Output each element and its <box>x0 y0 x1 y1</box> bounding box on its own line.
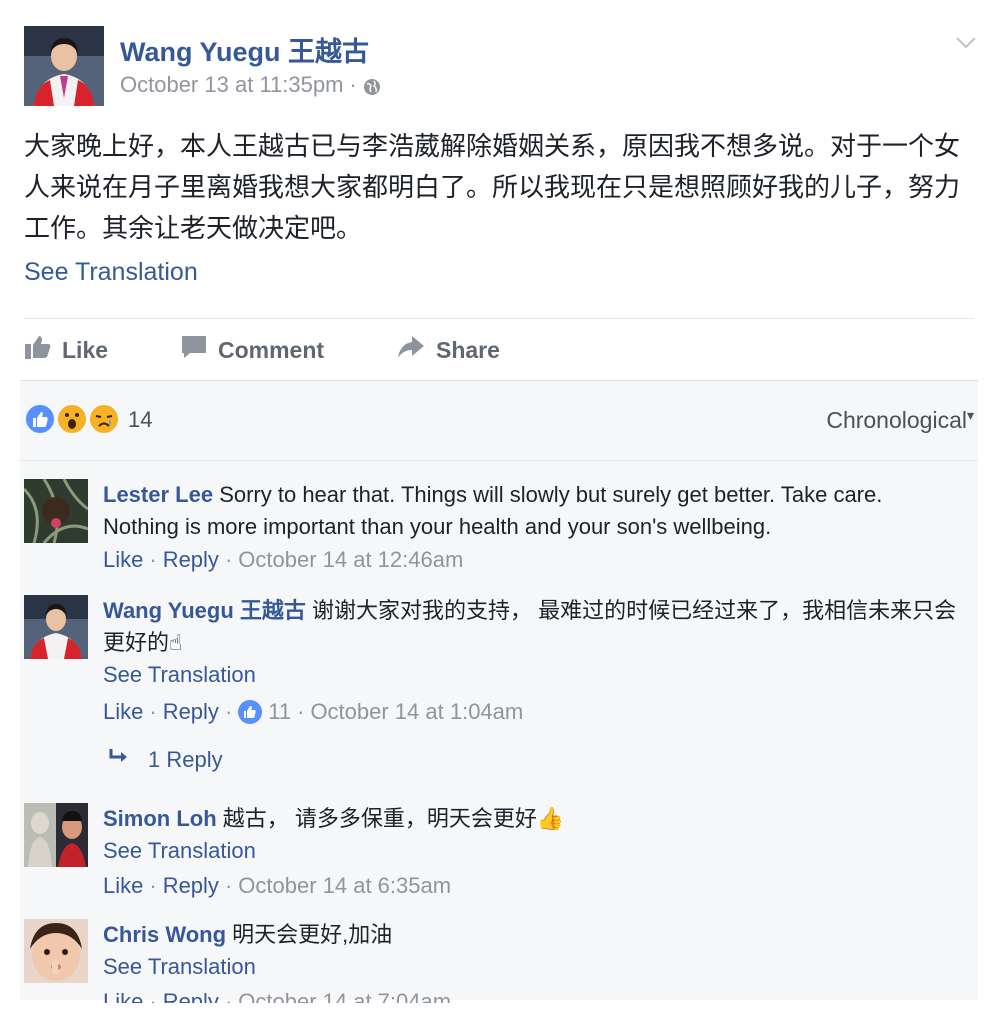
wow-icon[interactable] <box>56 403 88 435</box>
sort-dropdown[interactable]: Chronological▾ <box>826 407 974 434</box>
comment-icon <box>180 334 208 366</box>
author-avatar[interactable] <box>24 26 104 106</box>
commenter-avatar[interactable] <box>24 803 88 867</box>
commenter-name[interactable]: Lester Lee <box>103 482 213 507</box>
comment-actions: Like · Reply · October 14 at 12:46am <box>103 547 464 573</box>
comment-like-link[interactable]: Like <box>103 547 143 573</box>
comment-actions: Like · Reply · October 14 at 6:35am <box>103 873 452 899</box>
like-label: Like <box>62 336 109 363</box>
comment-actions: Like · Reply · 11 · October 14 at 1:04am <box>103 699 524 725</box>
comment-timestamp[interactable]: October 14 at 12:46am <box>238 547 463 573</box>
caret-down-icon: ▾ <box>966 407 974 423</box>
comment-like-count[interactable]: 11 <box>268 699 291 725</box>
sort-label: Chronological <box>826 407 967 433</box>
comment-reply-link[interactable]: Reply <box>163 699 219 725</box>
comment-reply-link[interactable]: Reply <box>163 873 219 899</box>
commenter-avatar[interactable] <box>24 919 88 983</box>
post-timestamp[interactable]: October 13 at 11:35pm <box>120 72 343 98</box>
comment-timestamp[interactable]: October 14 at 7:04am <box>238 989 451 1003</box>
comment-text: Sorry to hear that. Things will slowly b… <box>103 482 883 539</box>
comment-body: Wang Yuegu 王越古 谢谢大家对我的支持， 最难过的时候已经过来了，我相… <box>103 595 963 691</box>
reaction-count[interactable]: 14 <box>128 407 152 433</box>
like-icon[interactable] <box>24 403 56 435</box>
see-translation-link[interactable]: See Translation <box>103 835 963 867</box>
reactions-bar: 14 Chronological▾ <box>20 381 978 461</box>
comment-timestamp[interactable]: October 14 at 1:04am <box>310 699 523 725</box>
comment-body: Lester Lee Sorry to hear that. Things wi… <box>103 479 963 543</box>
see-translation-link[interactable]: See Translation <box>103 951 963 983</box>
see-translation-link[interactable]: See Translation <box>103 659 963 691</box>
comment-reply-link[interactable]: Reply <box>163 989 219 1003</box>
commenter-name[interactable]: Chris Wong <box>103 922 226 947</box>
share-button[interactable]: Share <box>396 330 500 370</box>
meta-separator: · <box>349 72 357 97</box>
post-meta: October 13 at 11:35pm · <box>120 72 381 98</box>
like-icon <box>238 700 263 724</box>
comment-button[interactable]: Comment <box>180 330 324 370</box>
commenter-avatar[interactable] <box>24 595 88 659</box>
post-text: 大家晚上好，本人王越古已与李浩葳解除婚姻关系，原因我不想多说。对于一个女人来说在… <box>24 131 961 243</box>
view-replies-link[interactable]: 1 Reply <box>108 747 223 773</box>
comment-timestamp[interactable]: October 14 at 6:35am <box>238 873 451 899</box>
comment-reply-link[interactable]: Reply <box>163 547 219 573</box>
commenter-name[interactable]: Simon Loh <box>103 806 217 831</box>
reply-arrow-icon <box>108 747 132 773</box>
commenter-name[interactable]: Wang Yuegu 王越古 <box>103 598 306 623</box>
thumbs-up-icon <box>24 334 52 366</box>
comment-like-link[interactable]: Like <box>103 989 143 1003</box>
share-label: Share <box>436 336 500 363</box>
see-translation-link[interactable]: See Translation <box>24 258 198 287</box>
comment-like-link[interactable]: Like <box>103 699 143 725</box>
comment-text: 明天会更好,加油 <box>232 922 393 947</box>
divider <box>24 318 974 319</box>
comment-body: Simon Loh 越古， 请多多保重，明天会更好👍 See Translati… <box>103 803 963 867</box>
comment-like-link[interactable]: Like <box>103 873 143 899</box>
post-actions: Like Comment Share <box>24 330 974 370</box>
globe-icon[interactable] <box>363 76 381 95</box>
comment-text: 越古， 请多多保重，明天会更好👍 <box>222 806 565 831</box>
like-button[interactable]: Like <box>24 330 108 370</box>
chevron-down-icon[interactable] <box>954 30 978 54</box>
replies-count-label: 1 Reply <box>148 747 223 772</box>
commenter-avatar[interactable] <box>24 479 88 543</box>
post-header: Wang Yuegu 王越古 October 13 at 11:35pm · <box>24 26 984 108</box>
comment-body: Chris Wong 明天会更好,加油 See Translation <box>103 919 963 983</box>
author-name[interactable]: Wang Yuegu 王越古 <box>120 30 369 69</box>
sad-icon[interactable] <box>88 403 120 435</box>
comment-actions: Like · Reply · October 14 at 7:04am <box>103 989 451 1003</box>
share-icon <box>396 334 426 366</box>
comment-label: Comment <box>218 336 325 363</box>
comments-section: 14 Chronological▾ Lester Lee Sorry to he… <box>20 380 978 1003</box>
